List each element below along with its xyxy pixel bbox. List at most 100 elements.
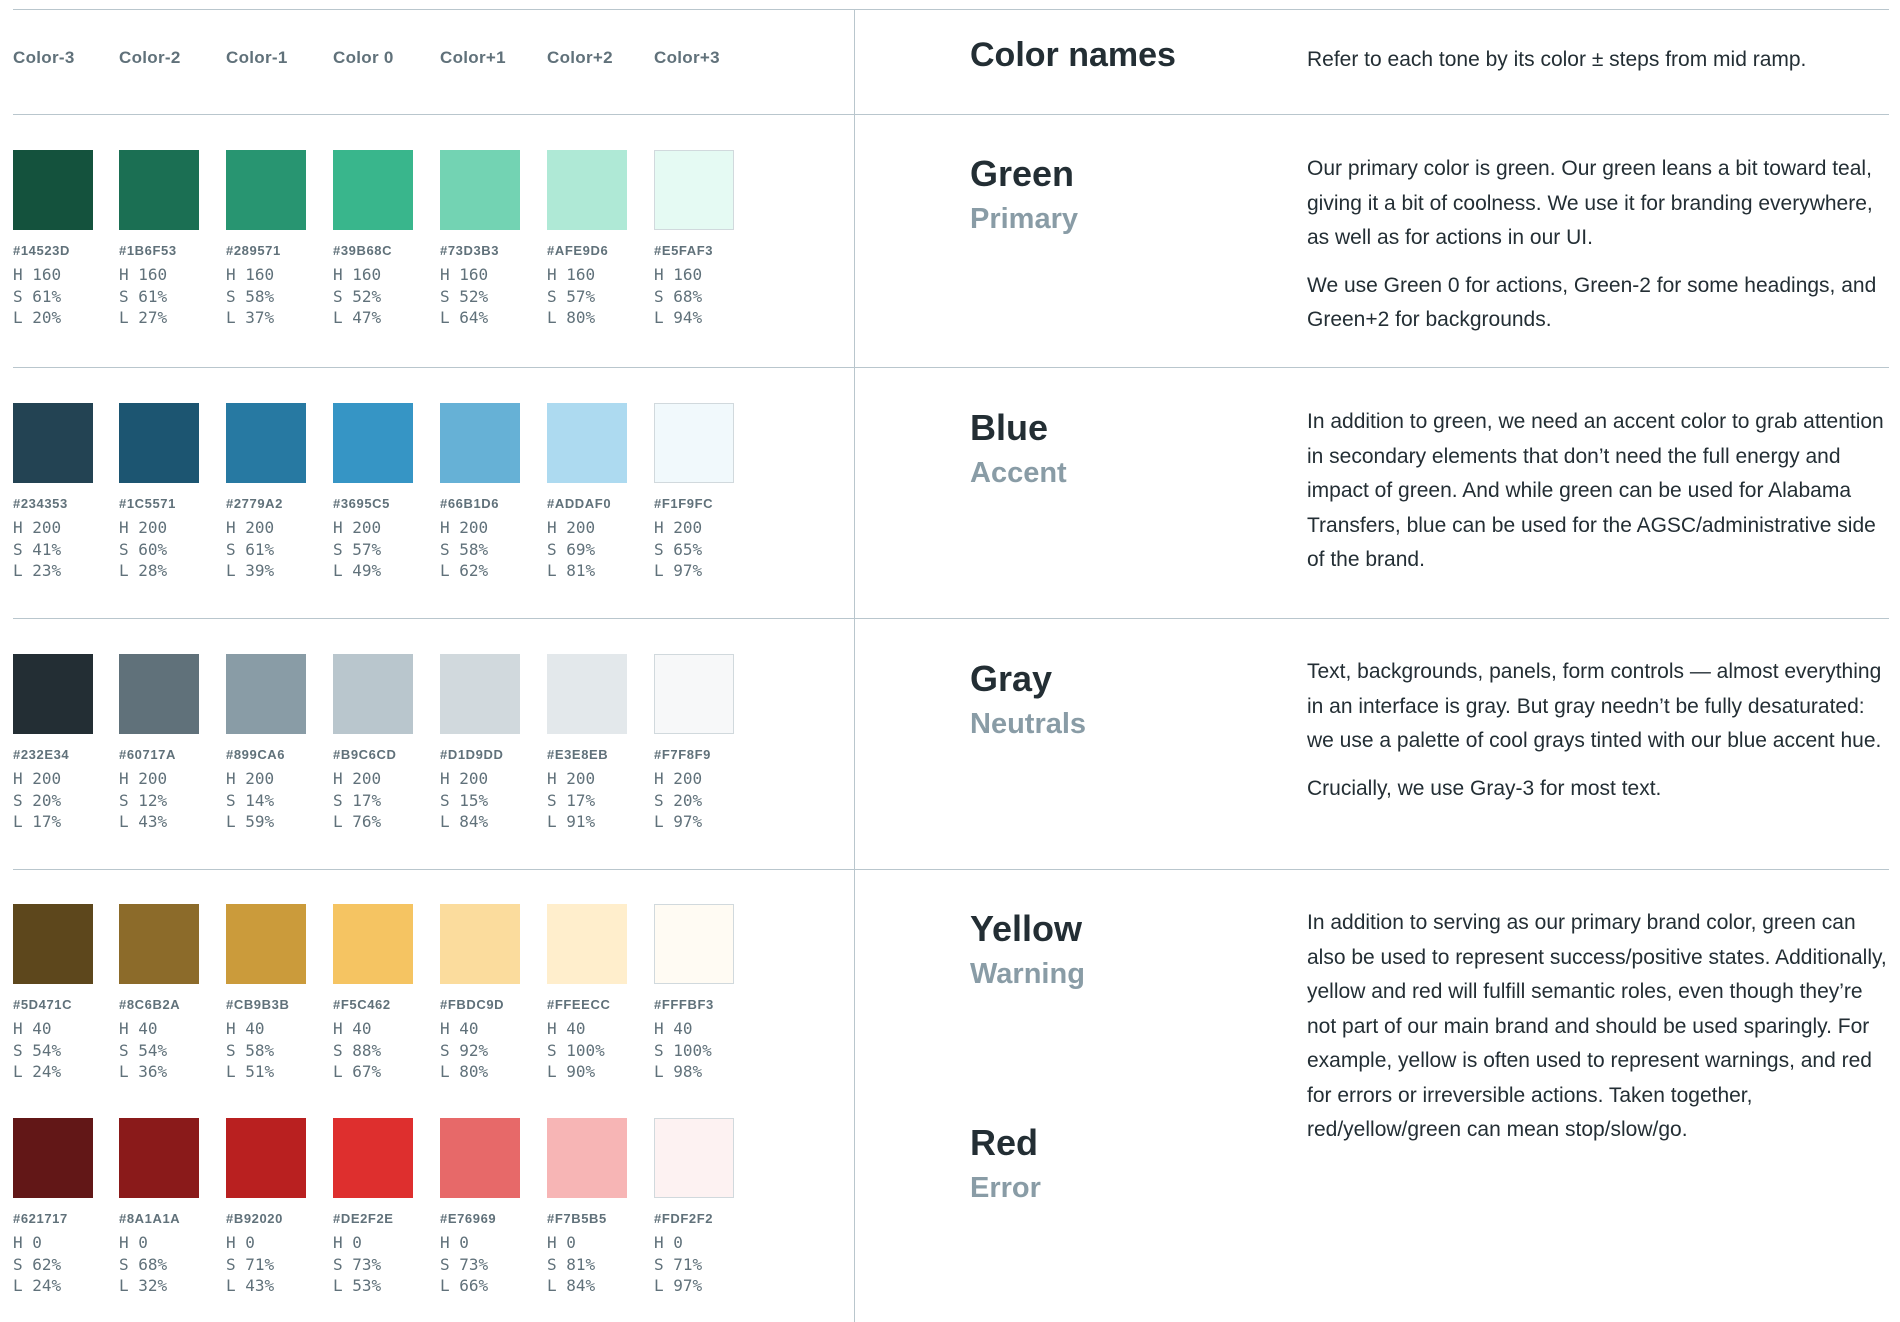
hsl-values: H 40 S 58% L 51% [226, 1018, 310, 1083]
color-swatch [440, 403, 520, 483]
hsl-l-value: L 66% [440, 1276, 489, 1295]
section-desc-green: Our primary color is green. Our green le… [1307, 152, 1887, 351]
swatch-cell-gray: #B9C6CD H 200 S 17% L 76% [333, 654, 417, 833]
hsl-h-value: H 200 [13, 769, 62, 788]
hsl-s-value: S 68% [119, 1254, 168, 1274]
hex-code: #E5FAF3 [654, 243, 714, 258]
swatch-cell-yellow: #8C6B2A H 40 S 54% L 36% [119, 904, 203, 1083]
desc-paragraph: In addition to green, we need an accent … [1307, 410, 1884, 571]
hsl-h-value: H 200 [333, 769, 382, 788]
swatch-cell-green: #AFE9D6 H 160 S 57% L 80% [547, 150, 631, 329]
hex-code: #60717A [119, 747, 176, 762]
swatch-cell-green: #73D3B3 H 160 S 52% L 64% [440, 150, 524, 329]
hsl-s-value: S 58% [226, 286, 275, 306]
hex-code: #F5C462 [333, 997, 391, 1012]
swatch-cell-blue: #3695C5 H 200 S 57% L 49% [333, 403, 417, 582]
hsl-s-value: S 52% [440, 286, 489, 306]
hsl-h-value: H 200 [440, 518, 489, 537]
swatch-cell-yellow: #5D471C H 40 S 54% L 24% [13, 904, 97, 1083]
hsl-l-value: L 97% [654, 812, 703, 831]
section-desc-gray: Text, backgrounds, panels, form controls… [1307, 655, 1887, 819]
swatch-cell-gray: #60717A H 200 S 12% L 43% [119, 654, 203, 833]
swatch-cell-gray: #D1D9DD H 200 S 15% L 84% [440, 654, 524, 833]
hsl-l-value: L 62% [440, 561, 489, 580]
color-swatch [547, 403, 627, 483]
hsl-h-value: H 200 [333, 518, 382, 537]
hsl-l-value: L 20% [13, 308, 62, 327]
column-header: Color-1 [226, 48, 288, 67]
hsl-values: H 40 S 54% L 24% [13, 1018, 97, 1083]
swatch-cell-blue: #ADDAF0 H 200 S 69% L 81% [547, 403, 631, 582]
swatch-cell-red: #DE2F2E H 0 S 73% L 53% [333, 1118, 417, 1297]
hsl-s-value: S 71% [654, 1254, 703, 1274]
column-header: Color+3 [654, 48, 720, 67]
hsl-l-value: L 90% [547, 1062, 596, 1081]
hsl-s-value: S 69% [547, 539, 596, 559]
hsl-h-value: H 40 [119, 1019, 158, 1038]
hsl-h-value: H 40 [226, 1019, 265, 1038]
hsl-s-value: S 54% [119, 1040, 168, 1060]
hsl-values: H 160 S 61% L 27% [119, 264, 203, 329]
color-swatch [226, 1118, 306, 1198]
hex-code: #E3E8EB [547, 747, 609, 762]
hsl-l-value: L 43% [119, 812, 168, 831]
hsl-l-value: L 98% [654, 1062, 703, 1081]
hsl-s-value: S 68% [654, 286, 703, 306]
color-swatch [333, 403, 413, 483]
hsl-values: H 160 S 61% L 20% [13, 264, 97, 329]
color-swatch [13, 1118, 93, 1198]
hsl-h-value: H 160 [440, 265, 489, 284]
hsl-l-value: L 28% [119, 561, 168, 580]
hsl-s-value: S 12% [119, 790, 168, 810]
color-swatch [333, 1118, 413, 1198]
hex-code: #899CA6 [226, 747, 286, 762]
hsl-values: H 40 S 92% L 80% [440, 1018, 524, 1083]
hsl-s-value: S 57% [547, 286, 596, 306]
hsl-l-value: L 97% [654, 561, 703, 580]
desc-paragraph: Text, backgrounds, panels, form controls… [1307, 660, 1882, 752]
swatch-cell-red: #FDF2F2 H 0 S 71% L 97% [654, 1118, 738, 1297]
hex-code: #AFE9D6 [547, 243, 609, 258]
hsl-values: H 0 S 71% L 97% [654, 1232, 738, 1297]
hex-code: #2779A2 [226, 496, 283, 511]
column-header: Color 0 [333, 48, 394, 67]
hsl-values: H 160 S 58% L 37% [226, 264, 310, 329]
section-role-blue: Accent [970, 457, 1067, 489]
color-swatch [13, 403, 93, 483]
hsl-l-value: L 36% [119, 1062, 168, 1081]
section-role-red: Error [970, 1172, 1041, 1204]
swatch-cell-blue: #F1F9FC H 200 S 65% L 97% [654, 403, 738, 582]
hsl-values: H 200 S 20% L 17% [13, 768, 97, 833]
hsl-h-value: H 0 [654, 1233, 683, 1252]
hsl-values: H 200 S 57% L 49% [333, 517, 417, 582]
swatch-cell-blue: #1C5571 H 200 S 60% L 28% [119, 403, 203, 582]
hex-code: #3695C5 [333, 496, 390, 511]
hsl-l-value: L 49% [333, 561, 382, 580]
hsl-s-value: S 100% [547, 1040, 605, 1060]
desc-paragraph: Crucially, we use Gray-3 for most text. [1307, 776, 1662, 800]
hsl-h-value: H 40 [654, 1019, 693, 1038]
hsl-h-value: H 160 [226, 265, 275, 284]
hex-code: #F1F9FC [654, 496, 714, 511]
hex-code: #234353 [13, 496, 68, 511]
section-role-yellow: Warning [970, 958, 1085, 990]
hex-code: #232E34 [13, 747, 70, 762]
hsl-l-value: L 76% [333, 812, 382, 831]
swatch-cell-green: #39B68C H 160 S 52% L 47% [333, 150, 417, 329]
hex-code: #F7F8F9 [654, 747, 711, 762]
color-swatch [13, 654, 93, 734]
color-swatch [13, 904, 93, 984]
color-swatch [226, 654, 306, 734]
hsl-s-value: S 54% [13, 1040, 62, 1060]
hsl-l-value: L 47% [333, 308, 382, 327]
hsl-l-value: L 91% [547, 812, 596, 831]
swatch-cell-gray: #F7F8F9 H 200 S 20% L 97% [654, 654, 738, 833]
hsl-values: H 40 S 54% L 36% [119, 1018, 203, 1083]
swatch-cell-red: #F7B5B5 H 0 S 81% L 84% [547, 1118, 631, 1297]
hsl-values: H 200 S 69% L 81% [547, 517, 631, 582]
header-divider [13, 114, 1889, 115]
swatch-cell-red: #621717 H 0 S 62% L 24% [13, 1118, 97, 1297]
hsl-values: H 160 S 52% L 47% [333, 264, 417, 329]
hsl-h-value: H 0 [333, 1233, 362, 1252]
color-swatch [333, 654, 413, 734]
